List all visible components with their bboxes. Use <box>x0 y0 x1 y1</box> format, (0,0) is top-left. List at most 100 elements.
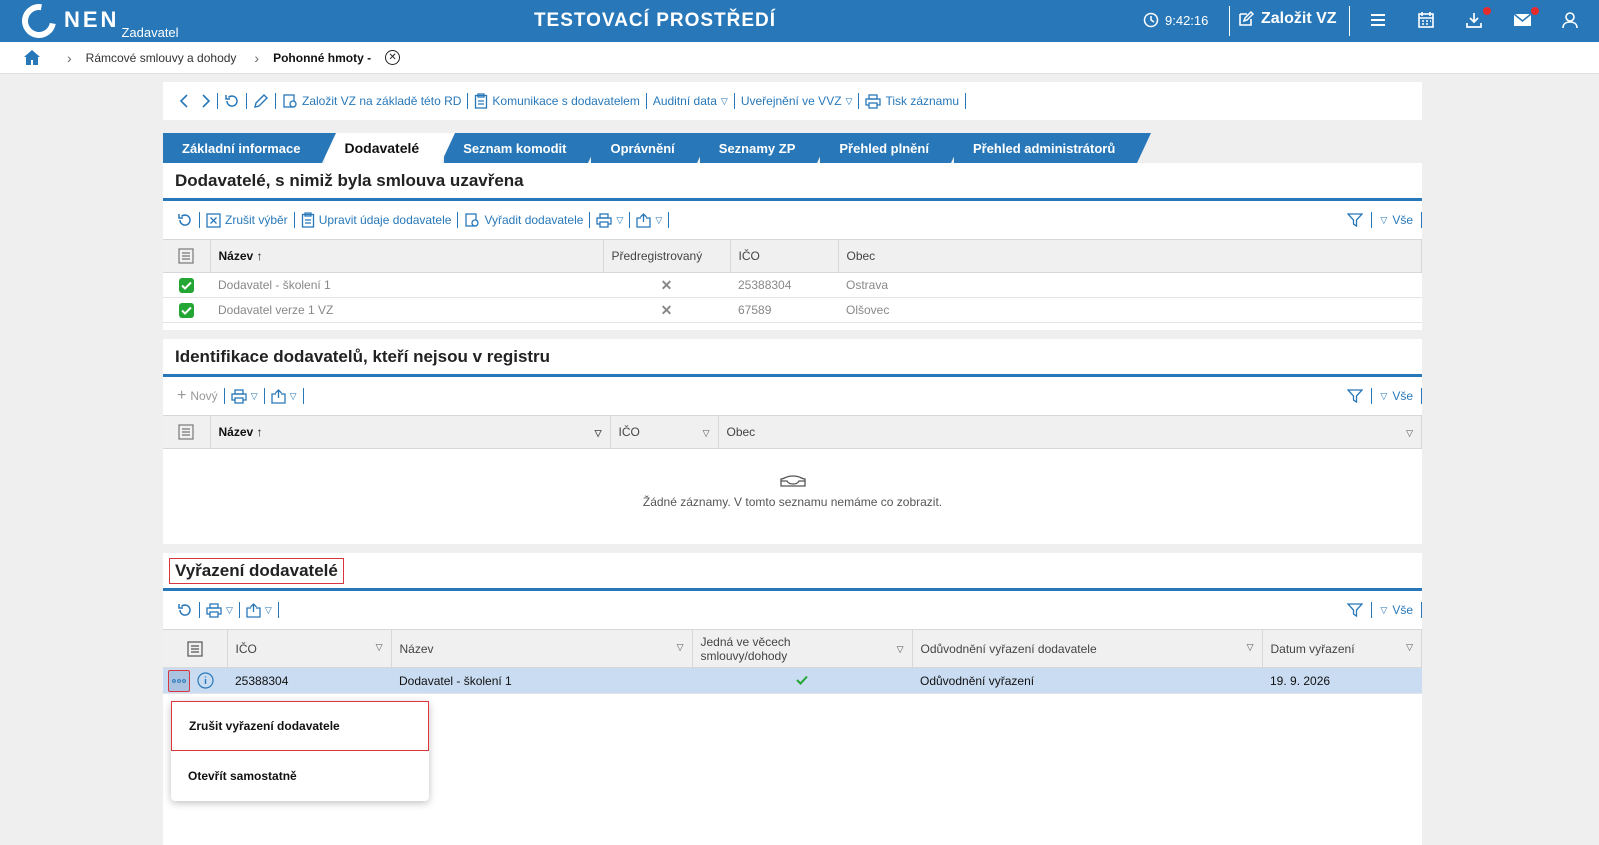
tab-zp-lists[interactable]: Seznamy ZP <box>699 133 831 163</box>
panel-toolbar: Zrušit výběr Upravit údaje dodavatele Vy… <box>163 201 1422 239</box>
user-icon[interactable] <box>1561 11 1579 29</box>
refresh-button[interactable] <box>171 602 199 618</box>
filter-button[interactable] <box>1339 212 1371 228</box>
communication-label: Komunikace s dodavatelem <box>492 94 640 108</box>
close-icon[interactable]: ✕ <box>385 50 401 65</box>
new-button[interactable]: + Nový <box>171 387 224 405</box>
audit-data-dropdown[interactable]: Auditní data ▽ <box>647 94 734 108</box>
download-notification-dot <box>1483 7 1491 15</box>
edit-supplier-button[interactable]: Upravit údaje dodavatele <box>295 212 458 228</box>
tab-permissions[interactable]: Oprávnění <box>591 133 712 163</box>
column-header-preregistered[interactable]: Předregistrovaný <box>603 239 731 273</box>
column-header-acts-in-contract[interactable]: Jedná ve věcech smlouvy/dohody ▽ <box>692 629 913 668</box>
communication-button[interactable]: Komunikace s dodavatelem <box>468 93 645 109</box>
tab-suppliers[interactable]: Dodavatelé <box>325 133 455 163</box>
column-header-ico[interactable]: IČO ▽ <box>610 415 719 449</box>
cancel-box-icon <box>206 212 221 228</box>
calendar-icon[interactable] <box>1417 11 1435 29</box>
export-dropdown[interactable]: ▽ <box>240 602 278 618</box>
column-filter-icon[interactable]: ▽ <box>897 642 904 656</box>
checkbox-checked-icon[interactable] <box>179 277 194 293</box>
column-filter-icon[interactable]: ▽ <box>1247 642 1254 653</box>
create-vz-button[interactable]: Založit VZ <box>1237 10 1337 28</box>
back-button[interactable] <box>173 94 195 108</box>
column-header-name[interactable]: Název ↑ ▽ <box>210 415 611 449</box>
cancel-selection-button[interactable]: Zrušit výběr <box>200 212 294 228</box>
create-vz-from-rd-button[interactable]: Založit VZ na základě této RD <box>276 93 467 109</box>
cancel-exclusion-menu-item[interactable]: Zrušit vyřazení dodavatele <box>171 701 429 751</box>
toolbar-divider <box>302 388 304 404</box>
record-action-toolbar: Založit VZ na základě této RD Komunikace… <box>163 82 1422 120</box>
view-all-dropdown[interactable]: ▽ Vše <box>1372 603 1421 617</box>
column-filter-icon[interactable]: ▽ <box>1406 428 1413 439</box>
tab-commodities[interactable]: Seznam komodit <box>444 133 603 163</box>
refresh-icon <box>178 604 191 616</box>
view-all-dropdown[interactable]: ▽ Vše <box>1372 213 1421 227</box>
column-filter-icon[interactable]: ▽ <box>703 428 710 439</box>
export-dropdown[interactable]: ▽ <box>630 212 668 228</box>
column-filter-icon[interactable]: ▽ <box>1406 642 1413 653</box>
open-separately-menu-item[interactable]: Otevřít samostatně <box>171 751 429 801</box>
column-header-ico[interactable]: IČO <box>730 239 839 273</box>
refresh-button[interactable] <box>218 93 246 109</box>
table-row[interactable]: Dodavatel verze 1 VZ ✕ 67589 Olšovec <box>163 297 1422 323</box>
column-header-name[interactable]: Název ↑ <box>210 239 604 273</box>
column-settings-icon <box>178 248 194 264</box>
empty-state: Žádné záznamy. V tomto seznamu nemáme co… <box>163 449 1422 535</box>
download-icon[interactable] <box>1465 11 1483 29</box>
edit-icon <box>1239 10 1254 26</box>
export-dropdown[interactable]: ▽ <box>265 388 303 404</box>
column-header-reason[interactable]: Odůvodnění vyřazení dodavatele ▽ <box>912 629 1263 668</box>
column-header-date[interactable]: Datum vyřazení ▽ <box>1262 629 1422 668</box>
top-bar: NEN Zadavatel TESTOVACÍ PROSTŘEDÍ 9:42:1… <box>0 0 1599 45</box>
info-icon[interactable] <box>197 672 214 689</box>
table-row[interactable]: 25388304 Dodavatel - školení 1 Odůvodněn… <box>163 667 1422 694</box>
column-filter-icon[interactable]: ▽ <box>376 642 383 653</box>
column-filter-icon[interactable]: ▽ <box>677 642 684 653</box>
edit-button[interactable] <box>247 93 275 109</box>
dropdown-triangle-icon: ▽ <box>845 95 853 106</box>
header-divider <box>1349 6 1350 36</box>
dropdown-triangle-icon: ▽ <box>226 604 233 615</box>
view-all-label: Vše <box>1392 389 1413 403</box>
checkmark-icon <box>692 667 912 694</box>
refresh-button[interactable] <box>171 212 199 228</box>
tab-administrators[interactable]: Přehled administrátorů <box>953 133 1152 163</box>
view-all-dropdown[interactable]: ▽ Vše <box>1372 389 1421 403</box>
publish-vvz-dropdown[interactable]: Uveřejnění ve VVZ ▽ <box>735 94 859 108</box>
print-record-button[interactable]: Tisk záznamu <box>859 93 965 109</box>
breadcrumb-item[interactable]: Rámcové smlouvy a dohody <box>86 51 237 65</box>
printer-icon <box>206 602 222 618</box>
tab-fulfillment[interactable]: Přehled plnění <box>820 133 965 163</box>
checkbox-checked-icon[interactable] <box>179 302 194 318</box>
table-row[interactable]: Dodavatel - školení 1 ✕ 25388304 Ostrava <box>163 272 1422 298</box>
home-icon[interactable] <box>23 49 41 66</box>
column-settings-cell[interactable] <box>163 415 211 449</box>
exclude-supplier-button[interactable]: Vyřadit dodavatele <box>458 212 589 228</box>
column-settings-cell[interactable] <box>163 629 228 668</box>
column-header-city[interactable]: Obec ▽ <box>718 415 1422 449</box>
filter-button[interactable] <box>1339 388 1371 404</box>
table-header-row: IČO ▽ Název ▽ Jedná ve věcech smlouvy/doho… <box>163 629 1422 668</box>
column-filter-icon[interactable]: ▽ <box>595 428 602 439</box>
print-dropdown[interactable]: ▽ <box>590 212 629 228</box>
unregistered-suppliers-table: Název ↑ ▽ IČO ▽ Obec ▽ <box>163 415 1422 449</box>
tab-basic-info[interactable]: Základní informace <box>163 133 338 163</box>
filter-button[interactable] <box>1339 602 1371 618</box>
column-header-city[interactable]: Obec <box>838 239 1422 273</box>
forward-button[interactable] <box>195 94 217 108</box>
print-dropdown[interactable]: ▽ <box>200 602 239 618</box>
print-dropdown[interactable]: ▽ <box>225 388 264 404</box>
menu-icon[interactable] <box>1369 11 1387 29</box>
chevron-right-icon: › <box>67 49 72 66</box>
column-settings-cell[interactable] <box>163 239 211 273</box>
mail-icon[interactable] <box>1513 11 1532 29</box>
toolbar-divider <box>1421 212 1422 228</box>
row-actions-button[interactable] <box>168 669 190 692</box>
sort-ascending-icon: ↑ <box>256 249 263 263</box>
plus-icon: + <box>177 387 187 404</box>
column-header-name[interactable]: Název ▽ <box>391 629 693 668</box>
edit-supplier-label: Upravit údaje dodavatele <box>318 213 452 227</box>
column-header-ico[interactable]: IČO ▽ <box>227 629 392 668</box>
excluded-name: Dodavatel - školení 1 <box>391 667 692 694</box>
